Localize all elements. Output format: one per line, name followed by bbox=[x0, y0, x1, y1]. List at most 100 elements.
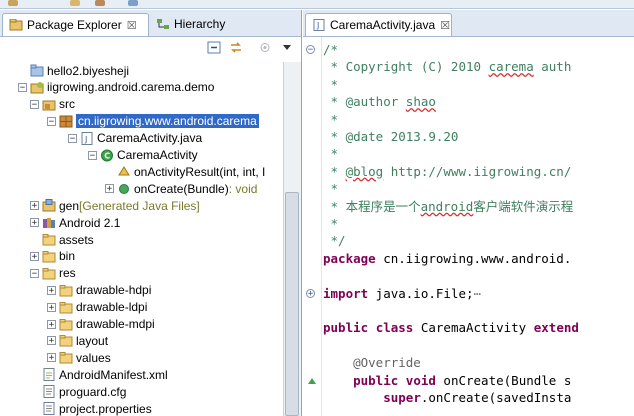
tree-item-label: onActivityResult(int, int, I bbox=[134, 164, 266, 179]
tree-item[interactable]: − cn.iigrowing.www.android.carema bbox=[47, 113, 259, 130]
tree-item-label: CaremaActivity.java bbox=[97, 131, 203, 146]
collapse-icon[interactable]: − bbox=[18, 82, 27, 92]
expand-icon[interactable]: + bbox=[47, 302, 56, 312]
toolbar-button-icon[interactable] bbox=[70, 0, 80, 6]
collapse-icon[interactable]: − bbox=[88, 150, 97, 160]
tree-item[interactable]: + values bbox=[47, 349, 111, 366]
focus-icon[interactable] bbox=[258, 41, 272, 54]
tree-item[interactable]: + Android 2.1 bbox=[30, 214, 120, 231]
tree-item-label: assets bbox=[59, 232, 94, 247]
tree-item-label: layout bbox=[76, 333, 109, 348]
folder-icon bbox=[42, 250, 56, 263]
tree-item[interactable]: − J CaremaActivity.java bbox=[68, 130, 202, 147]
tree-item[interactable]: proguard.cfg bbox=[30, 383, 126, 400]
tree-item[interactable]: − res bbox=[30, 265, 76, 282]
expand-icon[interactable]: + bbox=[47, 353, 56, 363]
tree-item[interactable]: − iigrowing.android.carema.demo bbox=[18, 79, 214, 96]
tree-item[interactable]: + layout bbox=[47, 332, 108, 349]
tree-item[interactable]: assets bbox=[30, 231, 94, 248]
tab-package-explorer[interactable]: Package Explorer ☒ bbox=[2, 13, 149, 36]
collapse-icon[interactable]: − bbox=[47, 116, 56, 126]
tree-item-label: cn.iigrowing.www.android.carema bbox=[76, 114, 259, 129]
link-with-editor-icon[interactable] bbox=[229, 41, 243, 54]
expand-icon[interactable]: + bbox=[30, 201, 39, 211]
code-token: cn.iigrowing.www.android. bbox=[375, 250, 572, 266]
code-token: * @author bbox=[323, 94, 406, 110]
close-icon[interactable]: ☒ bbox=[440, 19, 450, 32]
expand-icon[interactable]: + bbox=[30, 218, 39, 228]
view-menu-icon[interactable] bbox=[280, 41, 294, 54]
tab-hierarchy[interactable]: Hierarchy bbox=[150, 13, 300, 35]
code-token: onCreate(Bundle s bbox=[435, 372, 572, 388]
code-line: * bbox=[323, 180, 339, 198]
code-token: import bbox=[323, 285, 369, 301]
toolbar-button-icon[interactable] bbox=[128, 0, 138, 6]
expand-icon[interactable]: + bbox=[47, 336, 56, 346]
expand-icon[interactable]: + bbox=[47, 319, 56, 329]
folder-icon bbox=[42, 234, 56, 246]
code-token: auth bbox=[533, 59, 572, 75]
expand-icon[interactable]: + bbox=[30, 251, 39, 261]
code-token: public bbox=[353, 372, 399, 388]
code-token: /* bbox=[323, 42, 339, 57]
code-token: @Override bbox=[323, 355, 421, 371]
code-line: super.onCreate(savedInsta bbox=[323, 389, 571, 407]
tree-item[interactable]: + drawable-hdpi bbox=[47, 282, 151, 299]
tree-item[interactable]: − C CaremaActivity bbox=[88, 147, 198, 164]
code-token: carema bbox=[488, 59, 534, 75]
tree-item[interactable]: + drawable-ldpi bbox=[47, 299, 147, 316]
tree-item[interactable]: hello2.biyesheji bbox=[18, 62, 129, 79]
code-token: * bbox=[323, 181, 339, 197]
fold-collapse-icon[interactable]: − bbox=[306, 45, 315, 55]
code-line: * Copyright (C) 2010 carema auth bbox=[323, 58, 572, 76]
close-icon[interactable]: ☒ bbox=[127, 19, 137, 32]
tree-item[interactable]: + bin bbox=[30, 248, 75, 265]
tree-item[interactable]: onActivityResult(int, int, I bbox=[105, 163, 265, 180]
code-token: * bbox=[323, 216, 339, 231]
tree-item[interactable]: AndroidManifest.xml bbox=[30, 366, 168, 383]
fold-expand-icon[interactable]: + bbox=[306, 288, 315, 298]
folder-icon bbox=[42, 267, 56, 280]
code-token: ⋯ bbox=[473, 285, 482, 301]
svg-text:J: J bbox=[316, 21, 319, 30]
project-tree: hello2.biyesheji − iigrowing.android.carem… bbox=[0, 62, 283, 416]
android-project-icon bbox=[30, 81, 44, 94]
scrollbar-thumb[interactable] bbox=[285, 192, 299, 416]
tab-carema-activity-java[interactable]: J CaremaActivity.java ☒ bbox=[305, 13, 452, 36]
tree-item[interactable]: + drawable-mdpi bbox=[47, 316, 155, 333]
tree-item-label: drawable-mdpi bbox=[76, 317, 155, 331]
tree-item-label: proguard.cfg bbox=[59, 384, 127, 399]
tree-item[interactable]: + onCreate(Bundle) : void bbox=[105, 180, 257, 197]
collapse-icon[interactable]: − bbox=[30, 268, 39, 278]
code-token: super bbox=[383, 390, 421, 405]
tree-item[interactable]: + gen [Generated Java Files] bbox=[30, 197, 200, 214]
toolbar-button-icon[interactable] bbox=[95, 0, 105, 6]
java-file-icon: J bbox=[81, 131, 93, 145]
tree-item[interactable]: project.properties bbox=[30, 400, 152, 416]
tree-item-label: values bbox=[76, 350, 111, 365]
public-method-icon bbox=[119, 184, 129, 195]
collapse-all-icon[interactable] bbox=[207, 41, 221, 54]
code-token: */ bbox=[323, 233, 346, 249]
code-line: * @author shao bbox=[323, 93, 436, 111]
collapse-icon[interactable]: − bbox=[30, 99, 39, 109]
tree-item-label: iigrowing.android.carema.demo bbox=[47, 80, 215, 95]
collapse-icon[interactable]: − bbox=[68, 133, 77, 143]
code-line: * @blog http://www.iigrowing.cn/ bbox=[323, 163, 572, 181]
expand-icon[interactable]: + bbox=[105, 184, 114, 194]
tree-item-label: Android 2.1 bbox=[59, 215, 121, 230]
toolbar-button-icon[interactable] bbox=[8, 0, 18, 6]
code-token: android bbox=[420, 198, 474, 214]
tab-label: Package Explorer bbox=[27, 18, 122, 32]
expand-icon[interactable]: + bbox=[47, 285, 56, 295]
tree-item[interactable]: − src bbox=[30, 96, 75, 113]
code-token: void bbox=[405, 372, 436, 388]
code-editor[interactable]: /* * Copyright (C) 2010 carema auth * * … bbox=[323, 37, 634, 416]
code-line: public void onCreate(Bundle s bbox=[323, 372, 571, 390]
vertical-scrollbar[interactable] bbox=[283, 62, 301, 416]
